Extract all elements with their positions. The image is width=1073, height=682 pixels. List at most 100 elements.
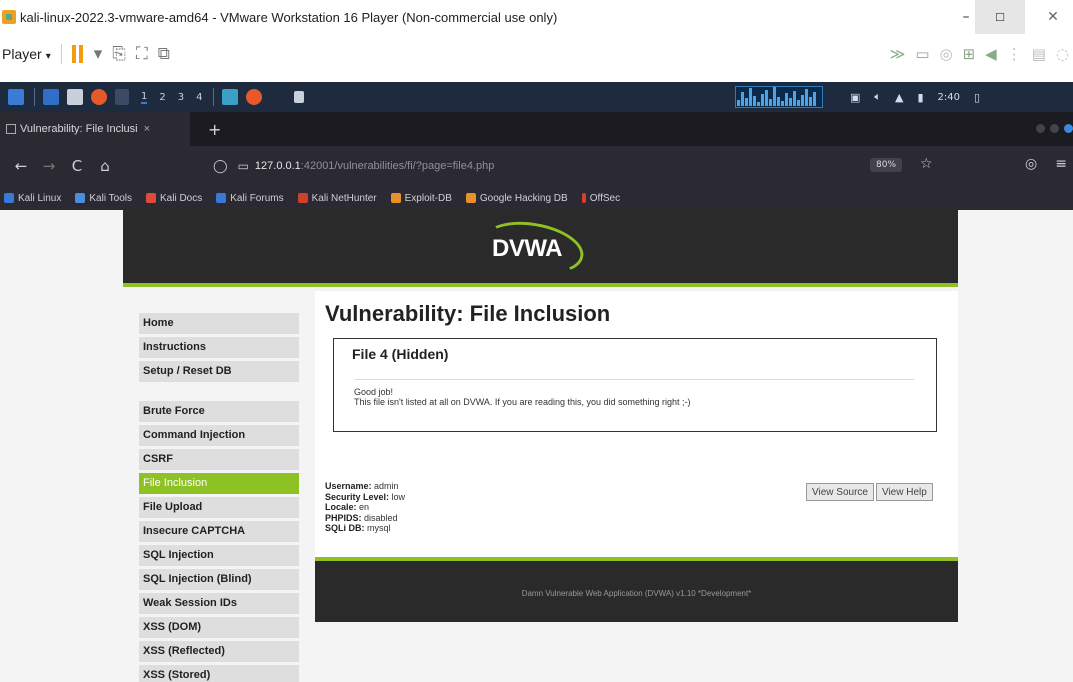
dvwa-footer: Damn Vulnerable Web Application (DVWA) v… — [315, 557, 958, 622]
view-source-button[interactable]: View Source — [806, 483, 874, 501]
battery-icon[interactable]: ▮ — [917, 91, 923, 104]
notification-bell-icon[interactable]: ▲ — [895, 91, 903, 104]
menu-item-sql-injection-blind[interactable]: SQL Injection (Blind) — [139, 569, 299, 590]
player-menu[interactable]: Player ▾ — [2, 46, 51, 62]
minimize-dot-icon[interactable] — [1036, 124, 1045, 133]
panel-clock[interactable]: 2:40 — [938, 92, 960, 103]
arrows-icon[interactable]: ≫ — [890, 45, 906, 63]
menu-item-insecure-captcha[interactable]: Insecure CAPTCHA — [139, 521, 299, 542]
bookmark-label: Kali NetHunter — [311, 192, 377, 204]
file-message-line-2: This file isn't listed at all on DVWA. I… — [354, 397, 691, 407]
display-icon[interactable]: ◌ — [1056, 45, 1069, 63]
bookmark-google-hacking-db[interactable]: Google Hacking DB — [465, 193, 568, 204]
tracking-shield-icon[interactable]: ◯ — [213, 159, 228, 174]
locale-row: Locale: en — [325, 502, 405, 513]
task-firefox-icon[interactable] — [245, 89, 262, 105]
bookmark-label: Exploit-DB — [404, 192, 452, 204]
sound-icon[interactable]: ◀ — [985, 45, 997, 63]
url-bar[interactable]: ◯ ▭ 127.0.0.1:42001/vulnerabilities/fi/?… — [205, 152, 945, 180]
maximize-button[interactable]: ☐ — [975, 0, 1025, 34]
new-tab-button[interactable]: + — [208, 120, 221, 139]
page-info-icon[interactable]: ▭ — [238, 159, 249, 173]
bookmark-kali-tools[interactable]: Kali Tools — [75, 193, 132, 204]
menu-group-general: Home Instructions Setup / Reset DB — [139, 313, 299, 385]
menu-icon[interactable]: ≡ — [1055, 156, 1067, 172]
vmware-toolbar: Player ▾ ▾ ⎘ ⛶ ⧉ ≫ ▭ ◎ ⊞ ◀ ⋮ ▤ ◌ — [0, 34, 1073, 74]
lock-icon[interactable]: ▯ — [974, 91, 980, 104]
fit-guest-icon[interactable]: ⛶ — [136, 44, 148, 64]
app-launcher-icon[interactable] — [115, 89, 129, 105]
close-button[interactable]: ✕ — [1030, 0, 1073, 34]
cd-icon[interactable]: ◎ — [940, 45, 953, 63]
dropdown-icon[interactable]: ▾ — [94, 44, 103, 64]
maximize-dot-icon[interactable] — [1050, 124, 1059, 133]
volume-icon[interactable]: 🔈︎ — [874, 90, 881, 104]
terminal-icon[interactable] — [43, 89, 59, 105]
network-icon[interactable]: ⊞ — [963, 45, 976, 63]
menu-item-instructions[interactable]: Instructions — [139, 337, 299, 358]
workspace-4[interactable]: 4 — [196, 92, 202, 103]
task-terminal-icon[interactable] — [221, 89, 238, 105]
menu-item-brute-force[interactable]: Brute Force — [139, 401, 299, 422]
unity-icon[interactable]: ⧉ — [158, 44, 170, 64]
menu-item-file-inclusion[interactable]: File Inclusion — [139, 473, 299, 494]
kali-icon — [4, 193, 14, 203]
close-dot-icon[interactable] — [1064, 124, 1073, 133]
menu-item-setup-reset-db[interactable]: Setup / Reset DB — [139, 361, 299, 382]
back-icon[interactable]: ← — [14, 157, 28, 175]
task-burp-icon[interactable] — [269, 89, 286, 105]
tab-close-icon[interactable]: × — [144, 123, 150, 135]
bookmark-star-icon[interactable]: ☆ — [920, 156, 933, 172]
send-ctrl-alt-del-icon[interactable]: ⎘ — [112, 44, 126, 64]
username-row: Username: admin — [325, 481, 405, 492]
bookmark-kali-nethunter[interactable]: Kali NetHunter — [297, 192, 377, 204]
bookmark-offsec[interactable]: OffSec — [581, 193, 620, 204]
pocket-icon[interactable]: ◎ — [1025, 156, 1037, 172]
window-controls — [1036, 124, 1073, 133]
sqli-db-row: SQLi DB: mysql — [325, 523, 405, 534]
url-text[interactable]: 127.0.0.1:42001/vulnerabilities/fi/?page… — [255, 160, 494, 172]
reload-icon[interactable]: C — [70, 157, 84, 175]
player-menu-label: Player — [2, 46, 42, 62]
menu-item-file-upload[interactable]: File Upload — [139, 497, 299, 518]
firefox-icon[interactable] — [91, 89, 107, 105]
bookmark-kali-docs[interactable]: Kali Docs — [145, 193, 202, 204]
bookmark-kali-forums[interactable]: Kali Forums — [216, 193, 284, 204]
tab-title: Vulnerability: File Inclusi — [20, 123, 138, 135]
workspace-1[interactable]: 1 — [141, 91, 148, 104]
kali-menu-icon[interactable] — [8, 89, 24, 105]
file-manager-icon[interactable] — [67, 89, 83, 105]
pause-icon[interactable] — [71, 45, 84, 63]
home-icon[interactable]: ⌂ — [98, 157, 112, 175]
menu-item-command-injection[interactable]: Command Injection — [139, 425, 299, 446]
tab-vulnerability-file-inclusion[interactable]: Vulnerability: File Inclusi × — [0, 112, 190, 146]
menu-item-csrf[interactable]: CSRF — [139, 449, 299, 470]
page-title: Vulnerability: File Inclusion — [325, 301, 611, 326]
menu-item-home[interactable]: Home — [139, 313, 299, 334]
menu-item-xss-stored[interactable]: XSS (Stored) — [139, 665, 299, 682]
footer-text: Damn Vulnerable Web Application (DVWA) v… — [521, 589, 752, 598]
bookmark-exploit-db[interactable]: Exploit-DB — [390, 192, 452, 204]
zoom-badge[interactable]: 80% — [870, 158, 903, 172]
locale-label: Locale: — [325, 502, 357, 512]
task-window-icon[interactable] — [293, 91, 304, 103]
hard-disk-icon[interactable]: ▭ — [915, 45, 929, 63]
menu-item-weak-session-ids[interactable]: Weak Session IDs — [139, 593, 299, 614]
workspace-2[interactable]: 2 — [159, 92, 165, 103]
usb-icon[interactable]: ⋮ — [1007, 45, 1022, 63]
menu-item-sql-injection[interactable]: SQL Injection — [139, 545, 299, 566]
dvwa-logo[interactable]: DVWA — [478, 214, 600, 282]
view-help-button[interactable]: View Help — [875, 483, 933, 501]
kali-forums-icon — [216, 193, 227, 203]
display-icon[interactable]: ▣ — [850, 91, 860, 104]
security-level-row: Security Level: low — [325, 492, 405, 503]
printer-icon[interactable]: ▤ — [1032, 45, 1046, 63]
menu-item-xss-dom[interactable]: XSS (DOM) — [139, 617, 299, 638]
workspace-3[interactable]: 3 — [178, 92, 184, 103]
cpu-graph — [735, 86, 823, 108]
exploit-db-icon — [390, 193, 401, 203]
nav-right-icons: ◎ ≡ — [1025, 156, 1067, 172]
forward-icon[interactable]: → — [42, 157, 56, 175]
menu-item-xss-reflected[interactable]: XSS (Reflected) — [139, 641, 299, 662]
bookmark-kali-linux[interactable]: Kali Linux — [4, 193, 61, 204]
